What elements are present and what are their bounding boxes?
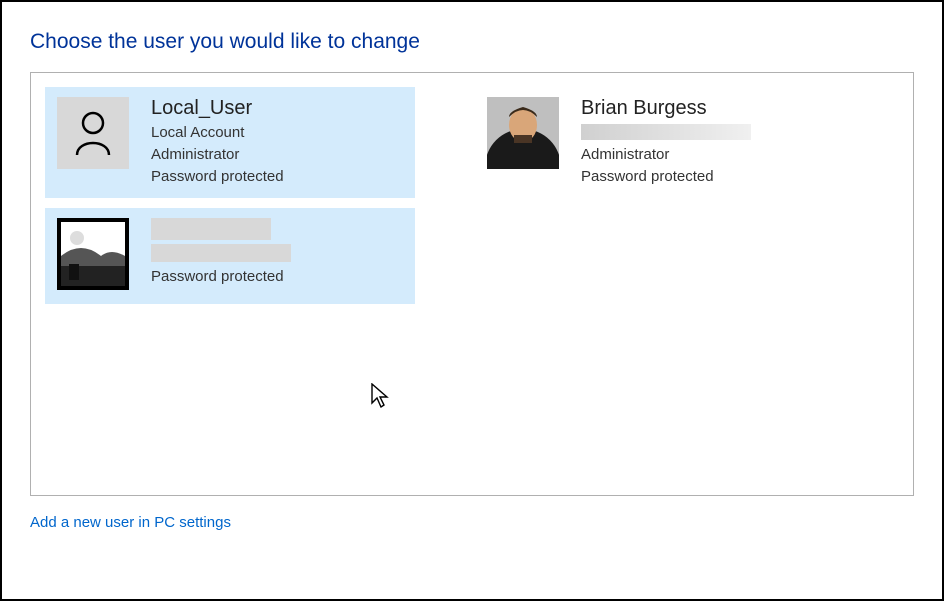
page-heading: Choose the user you would like to change	[30, 30, 914, 54]
user-detail: Administrator	[581, 144, 751, 166]
redacted-text	[581, 124, 751, 140]
user-name: Local_User	[151, 97, 284, 120]
person-icon	[73, 109, 113, 157]
user-detail: Password protected	[581, 166, 751, 188]
user-list-panel: Local_User Local Account Administrator P…	[30, 72, 914, 496]
user-detail: Administrator	[151, 144, 284, 166]
user-card-brian-burgess[interactable]: Brian Burgess Administrator Password pro…	[475, 87, 845, 198]
user-grid: Local_User Local Account Administrator P…	[45, 87, 899, 304]
window: Choose the user you would like to change…	[0, 0, 944, 601]
avatar-photo	[487, 97, 559, 169]
redacted-text	[151, 218, 271, 240]
add-user-link[interactable]: Add a new user in PC settings	[30, 514, 231, 531]
avatar-landscape	[57, 218, 129, 290]
user-card-local-user[interactable]: Local_User Local Account Administrator P…	[45, 87, 415, 198]
avatar-placeholder	[57, 97, 129, 169]
user-name: Brian Burgess	[581, 97, 751, 120]
user-info: Brian Burgess Administrator Password pro…	[581, 97, 751, 188]
cursor-icon	[371, 383, 391, 409]
user-info: Local_User Local Account Administrator P…	[151, 97, 284, 187]
user-info: Password protected	[151, 218, 291, 288]
user-detail: Password protected	[151, 166, 284, 188]
redacted-text	[151, 244, 291, 262]
user-card-redacted[interactable]: Password protected	[45, 208, 415, 304]
user-detail: Local Account	[151, 122, 284, 144]
user-detail: Password protected	[151, 266, 291, 288]
